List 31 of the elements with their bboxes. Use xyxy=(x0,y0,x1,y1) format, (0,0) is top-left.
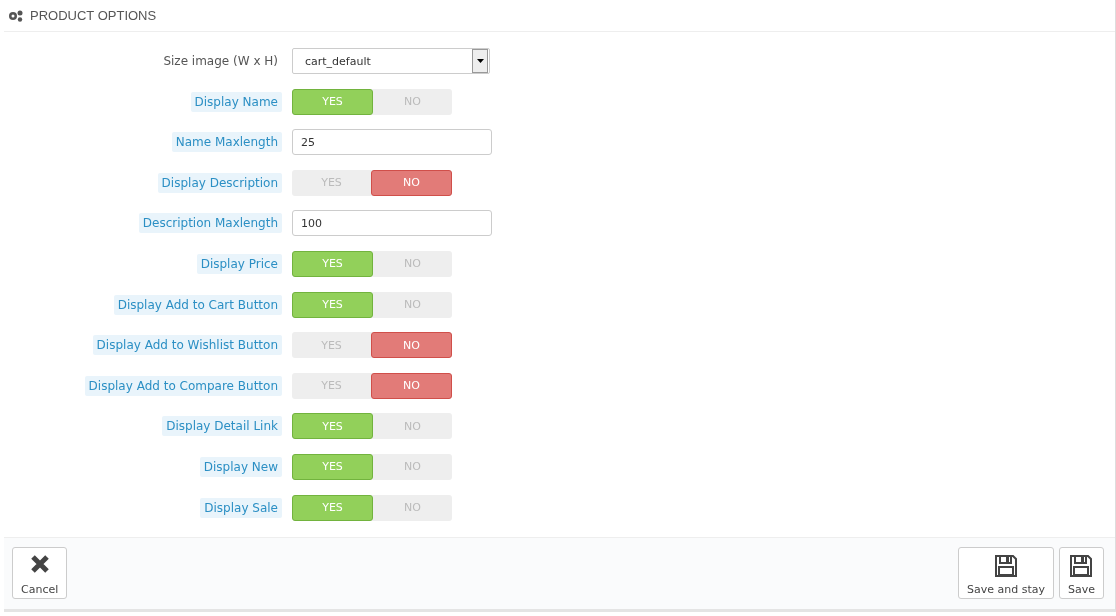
field-label: Description Maxlength xyxy=(138,213,282,234)
field-label: Size image (W x H) xyxy=(162,53,279,70)
field-label: Display Add to Cart Button xyxy=(113,294,282,315)
yes-option[interactable]: YES xyxy=(292,250,373,277)
yes-option[interactable]: YES xyxy=(292,291,373,318)
input-field[interactable]: 100 xyxy=(292,210,492,237)
yes-option[interactable]: YES xyxy=(292,413,373,440)
input-field[interactable]: 25 xyxy=(292,129,492,156)
yes-option[interactable]: YES xyxy=(292,494,373,521)
save-button[interactable]: Save and stay xyxy=(958,547,1054,599)
field-label: Display Sale xyxy=(200,497,282,518)
field-label: Display New xyxy=(199,456,282,477)
cancel-button[interactable]: Cancel xyxy=(12,547,68,599)
gears-icon xyxy=(8,9,24,22)
yes-option[interactable]: YES xyxy=(292,453,373,480)
save-button[interactable]: Save xyxy=(1059,547,1104,599)
field-label: Display Add to Compare Button xyxy=(84,375,282,396)
panel-title: PRODUCT OPTIONS xyxy=(30,8,157,23)
field-label: Display Detail Link xyxy=(162,416,282,437)
caret-icon xyxy=(472,49,488,73)
close-icon xyxy=(29,554,50,574)
yes-option[interactable]: YES xyxy=(292,88,373,115)
no-option[interactable]: NO xyxy=(371,372,452,399)
field-label: Display Description xyxy=(157,172,282,193)
field-label: Name Maxlength xyxy=(171,132,282,153)
no-option[interactable]: NO xyxy=(371,169,452,196)
field-label: Display Price xyxy=(196,253,282,274)
size-select[interactable]: cart_default xyxy=(292,48,490,74)
field-label: Display Name xyxy=(190,91,282,112)
field-label: Display Add to Wishlist Button xyxy=(92,335,282,356)
no-option[interactable]: NO xyxy=(371,332,452,359)
